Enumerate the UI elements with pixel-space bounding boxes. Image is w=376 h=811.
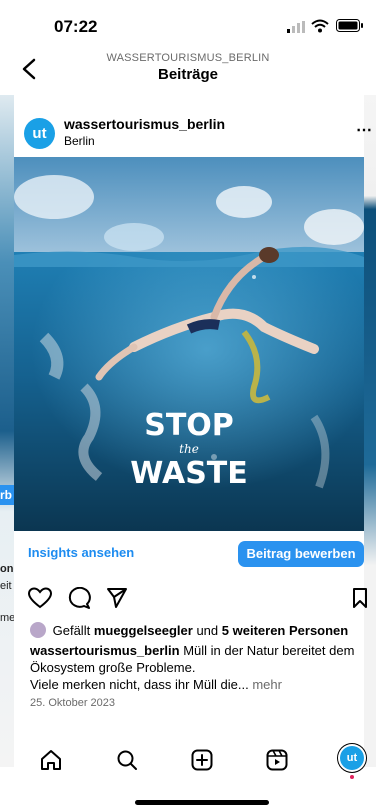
post-image[interactable]: STOP the WASTE [14,157,364,531]
image-title-line2: the [179,442,199,456]
account-name: WASSERTOURISMUS_BERLIN [106,52,270,64]
likes-prefix: Gefällt [52,623,91,638]
liker-avatar [30,622,46,638]
liked-by-user[interactable]: mueggelseegler [94,623,193,638]
more-link[interactable]: mehr [252,677,282,692]
likes-summary[interactable]: Gefällt mueggelseegler und 5 weiteren Pe… [30,622,348,638]
search-icon[interactable] [116,749,138,771]
adjacent-text-fragment: eit [0,580,12,592]
profile-icon[interactable]: ut [340,746,364,770]
wifi-icon [311,19,329,33]
image-title-line3: WASTE [130,456,248,491]
share-icon[interactable] [106,587,128,609]
tab-bar: ut [0,740,376,780]
avatar[interactable]: ut [24,118,55,149]
underwater-illustration: STOP the WASTE [14,157,364,531]
like-icon[interactable] [28,587,52,609]
adjacent-promote-fragment: rb [0,485,14,505]
home-icon[interactable] [40,749,62,771]
adjacent-text-fragment: me [0,612,14,624]
signal-icon [287,21,305,33]
save-icon[interactable] [352,587,368,609]
caption-username[interactable]: wassertourismus_berlin [30,643,180,658]
reels-icon[interactable] [266,749,288,771]
status-time: 07:22 [54,17,98,36]
adjacent-card-left [0,95,14,767]
image-title-line1: STOP [144,408,234,443]
post-caption: wassertourismus_berlin Müll in der Natur… [30,642,366,693]
battery-icon [336,19,363,32]
create-icon[interactable] [191,749,213,771]
adjacent-text-fragment: one [0,563,14,575]
promote-button[interactable]: Beitrag bewerben [238,541,364,567]
caption-line2: Viele merken nicht, dass ihr Müll die... [30,677,249,692]
post-location[interactable]: Berlin [64,134,95,148]
comment-icon[interactable] [67,587,91,609]
post-date: 25. Oktober 2023 [30,697,116,709]
notification-dot [350,775,354,779]
likes-middle: und [196,623,219,638]
home-indicator [135,800,269,805]
likes-others[interactable]: 5 weiteren Personen [222,623,348,638]
post-username[interactable]: wassertourismus_berlin [64,116,225,132]
page-title: Beiträge [157,66,219,83]
insights-link[interactable]: Insights ansehen [28,545,134,560]
more-options-icon[interactable]: ⋯ [356,120,373,140]
